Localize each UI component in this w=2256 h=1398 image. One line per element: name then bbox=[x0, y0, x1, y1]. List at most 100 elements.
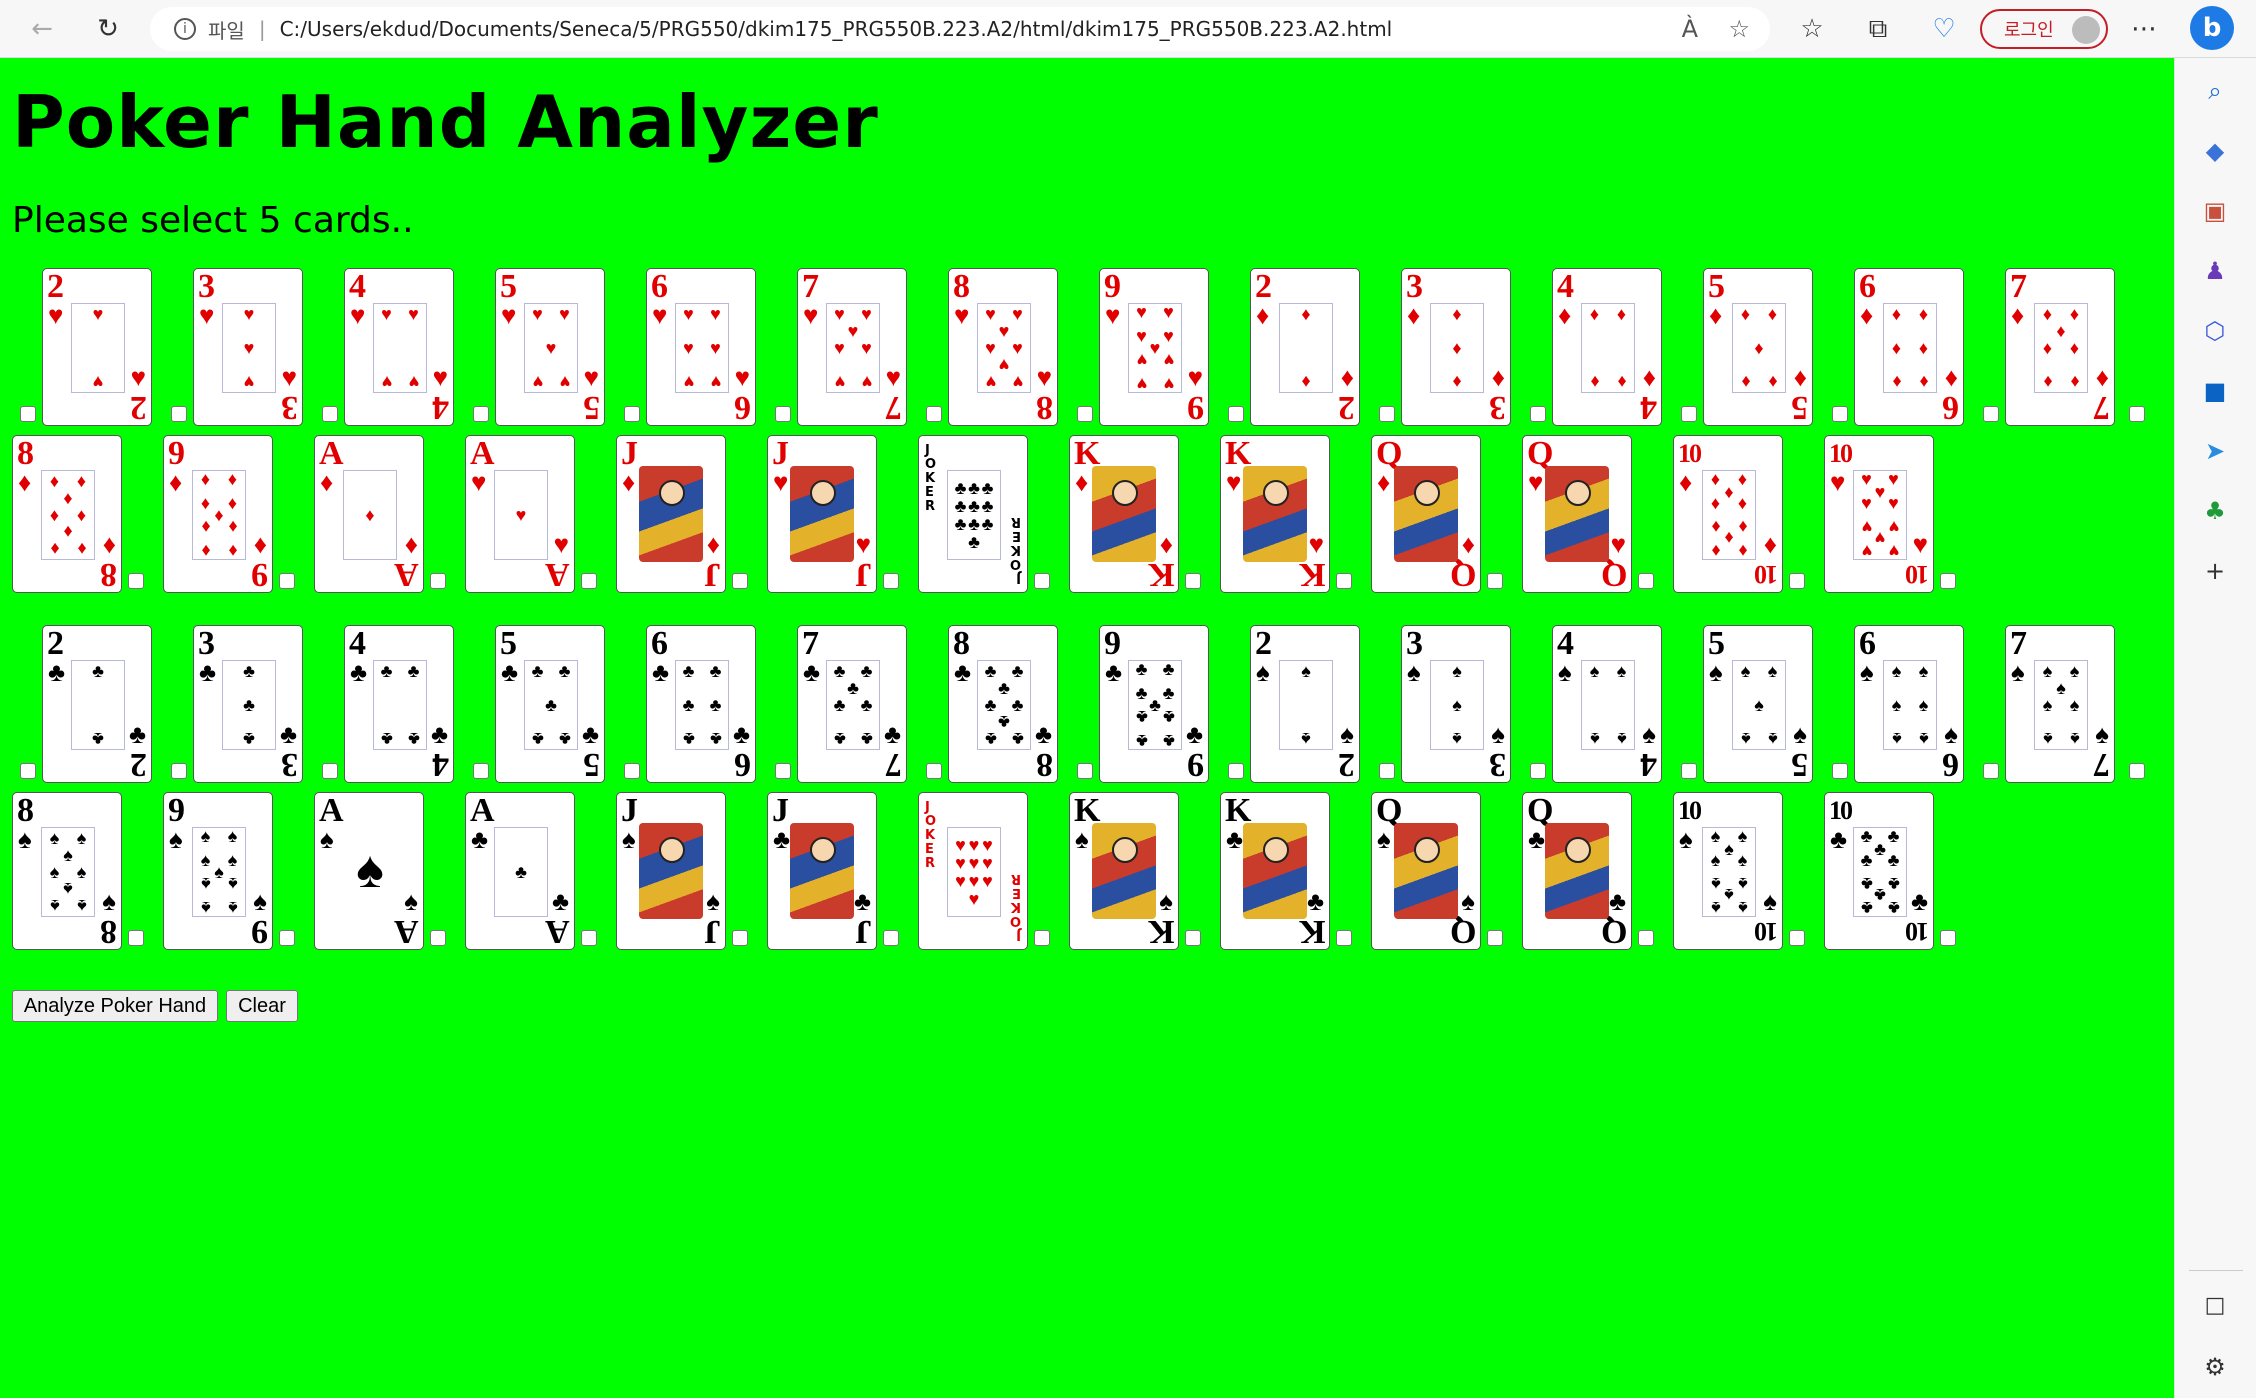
playing-card-k-diamonds[interactable]: K ♦ K ♦ bbox=[1069, 435, 1179, 593]
card-select-checkbox[interactable] bbox=[1681, 406, 1697, 422]
card-select-checkbox[interactable] bbox=[1638, 930, 1654, 946]
card-select-checkbox[interactable] bbox=[1530, 763, 1546, 779]
card-select-checkbox[interactable] bbox=[128, 573, 144, 589]
playing-card-5-clubs[interactable]: 5 ♣ 5 ♣ ♣ ♣ ♣ ♣ ♣ bbox=[495, 625, 605, 783]
card-select-checkbox[interactable] bbox=[1379, 763, 1395, 779]
login-button[interactable]: 로그인 bbox=[1980, 9, 2108, 49]
card-select-checkbox[interactable] bbox=[1940, 930, 1956, 946]
playing-card-a-clubs[interactable]: A ♣ A ♣ ♣ bbox=[465, 792, 575, 950]
card-select-checkbox[interactable] bbox=[20, 406, 36, 422]
analyze-poker-hand-button[interactable]: Analyze Poker Hand bbox=[12, 990, 218, 1022]
playing-card-3-clubs[interactable]: 3 ♣ 3 ♣ ♣ ♣ ♣ bbox=[193, 625, 303, 783]
card-select-checkbox[interactable] bbox=[279, 573, 295, 589]
card-select-checkbox[interactable] bbox=[1789, 930, 1805, 946]
card-select-checkbox[interactable] bbox=[1638, 573, 1654, 589]
playing-card-3-spades[interactable]: 3 ♠ 3 ♠ ♠ ♠ ♠ bbox=[1401, 625, 1511, 783]
card-select-checkbox[interactable] bbox=[171, 763, 187, 779]
back-arrow-icon[interactable]: ← bbox=[22, 9, 62, 49]
card-select-checkbox[interactable] bbox=[128, 930, 144, 946]
card-select-checkbox[interactable] bbox=[1983, 763, 1999, 779]
playing-card-3-diamonds[interactable]: 3 ♦ 3 ♦ ♦ ♦ ♦ bbox=[1401, 268, 1511, 426]
card-select-checkbox[interactable] bbox=[1336, 930, 1352, 946]
card-select-checkbox[interactable] bbox=[624, 763, 640, 779]
card-select-checkbox[interactable] bbox=[1832, 406, 1848, 422]
playing-card-a-diamonds[interactable]: A ♦ A ♦ ♦ bbox=[314, 435, 424, 593]
more-icon[interactable]: ⋯ bbox=[2124, 9, 2164, 49]
hide-sidebar-icon[interactable]: □ bbox=[2198, 1288, 2232, 1322]
playing-card-9-spades[interactable]: 9 ♠ 9 ♠ ♠ ♠ ♠ ♠ ♠ ♠ ♠ ♠ ♠ bbox=[163, 792, 273, 950]
info-icon[interactable]: i bbox=[174, 18, 196, 40]
card-select-checkbox[interactable] bbox=[1077, 406, 1093, 422]
card-select-checkbox[interactable] bbox=[2129, 763, 2145, 779]
card-select-checkbox[interactable] bbox=[1185, 930, 1201, 946]
card-select-checkbox[interactable] bbox=[430, 930, 446, 946]
playing-card-2-spades[interactable]: 2 ♠ 2 ♠ ♠ ♠ bbox=[1250, 625, 1360, 783]
card-select-checkbox[interactable] bbox=[1832, 763, 1848, 779]
microsoft365-icon[interactable]: ⬡ bbox=[2198, 314, 2232, 348]
card-select-checkbox[interactable] bbox=[581, 573, 597, 589]
card-select-checkbox[interactable] bbox=[1530, 406, 1546, 422]
card-select-checkbox[interactable] bbox=[1228, 406, 1244, 422]
card-select-checkbox[interactable] bbox=[624, 406, 640, 422]
playing-card-6-hearts[interactable]: 6 ♥ 6 ♥ ♥ ♥ ♥ ♥ ♥ ♥ bbox=[646, 268, 756, 426]
playing-card-7-hearts[interactable]: 7 ♥ 7 ♥ ♥ ♥ ♥ ♥ ♥ ♥ ♥ bbox=[797, 268, 907, 426]
playing-card-j-clubs[interactable]: J ♣ J ♣ bbox=[767, 792, 877, 950]
playing-card-4-spades[interactable]: 4 ♠ 4 ♠ ♠ ♠ ♠ ♠ bbox=[1552, 625, 1662, 783]
playing-card-9-clubs[interactable]: 9 ♣ 9 ♣ ♣ ♣ ♣ ♣ ♣ ♣ ♣ ♣ ♣ bbox=[1099, 625, 1209, 783]
url-text[interactable]: C:/Users/ekdud/Documents/Seneca/5/PRG550… bbox=[280, 17, 1393, 41]
playing-card-q-diamonds[interactable]: Q ♦ Q ♦ bbox=[1371, 435, 1481, 593]
card-select-checkbox[interactable] bbox=[1681, 763, 1697, 779]
collections-icon[interactable]: ⧉ bbox=[1858, 9, 1898, 49]
add-sidebar-icon[interactable]: + bbox=[2198, 554, 2232, 588]
playing-card-10-clubs[interactable]: 10 ♣ 10 ♣ ♣ ♣ ♣ ♣ ♣ ♣ ♣ ♣ ♣ ♣ bbox=[1824, 792, 1934, 950]
address-bar[interactable]: i 파일 | C:/Users/ekdud/Documents/Seneca/5… bbox=[150, 7, 1770, 51]
playing-card-10-spades[interactable]: 10 ♠ 10 ♠ ♠ ♠ ♠ ♠ ♠ ♠ ♠ ♠ ♠ ♠ bbox=[1673, 792, 1783, 950]
playing-card-7-clubs[interactable]: 7 ♣ 7 ♣ ♣ ♣ ♣ ♣ ♣ ♣ ♣ bbox=[797, 625, 907, 783]
card-select-checkbox[interactable] bbox=[1983, 406, 1999, 422]
shopping-tag-icon[interactable]: ◆ bbox=[2198, 134, 2232, 168]
card-select-checkbox[interactable] bbox=[732, 930, 748, 946]
card-select-checkbox[interactable] bbox=[279, 930, 295, 946]
playing-card-6-spades[interactable]: 6 ♠ 6 ♠ ♠ ♠ ♠ ♠ ♠ ♠ bbox=[1854, 625, 1964, 783]
card-select-checkbox[interactable] bbox=[926, 406, 942, 422]
card-select-checkbox[interactable] bbox=[1034, 930, 1050, 946]
playing-card-2-diamonds[interactable]: 2 ♦ 2 ♦ ♦ ♦ bbox=[1250, 268, 1360, 426]
card-select-checkbox[interactable] bbox=[322, 406, 338, 422]
card-select-checkbox[interactable] bbox=[883, 930, 899, 946]
playing-card-5-hearts[interactable]: 5 ♥ 5 ♥ ♥ ♥ ♥ ♥ ♥ bbox=[495, 268, 605, 426]
playing-card-k-spades[interactable]: K ♠ K ♠ bbox=[1069, 792, 1179, 950]
playing-card-8-hearts[interactable]: 8 ♥ 8 ♥ ♥ ♥ ♥ ♥ ♥ ♥ ♥ ♥ bbox=[948, 268, 1058, 426]
card-select-checkbox[interactable] bbox=[732, 573, 748, 589]
playing-card-k-clubs[interactable]: K ♣ K ♣ bbox=[1220, 792, 1330, 950]
read-aloud-icon[interactable]: À bbox=[1682, 15, 1698, 43]
card-select-checkbox[interactable] bbox=[581, 930, 597, 946]
playing-card-8-spades[interactable]: 8 ♠ 8 ♠ ♠ ♠ ♠ ♠ ♠ ♠ ♠ ♠ bbox=[12, 792, 122, 950]
favorites-icon[interactable]: ☆ bbox=[1792, 9, 1832, 49]
card-select-checkbox[interactable] bbox=[2129, 406, 2145, 422]
playing-card-j-diamonds[interactable]: J ♦ J ♦ bbox=[616, 435, 726, 593]
card-select-checkbox[interactable] bbox=[430, 573, 446, 589]
playing-card-5-spades[interactable]: 5 ♠ 5 ♠ ♠ ♠ ♠ ♠ ♠ bbox=[1703, 625, 1813, 783]
tools-icon[interactable]: ▣ bbox=[2198, 194, 2232, 228]
browser-essentials-icon[interactable]: ♡ bbox=[1924, 9, 1964, 49]
playing-card-10-hearts[interactable]: 10 ♥ 10 ♥ ♥ ♥ ♥ ♥ ♥ ♥ ♥ ♥ ♥ ♥ bbox=[1824, 435, 1934, 593]
playing-card-a-hearts[interactable]: A ♥ A ♥ ♥ bbox=[465, 435, 575, 593]
card-select-checkbox[interactable] bbox=[1487, 930, 1503, 946]
playing-card-joker-joker-black[interactable]: JOKER JOKER ♣ ♣ ♣ ♣ ♣ ♣ ♣ ♣ ♣ ♣ bbox=[918, 435, 1028, 593]
playing-card-2-clubs[interactable]: 2 ♣ 2 ♣ ♣ ♣ bbox=[42, 625, 152, 783]
card-select-checkbox[interactable] bbox=[1185, 573, 1201, 589]
playing-card-2-hearts[interactable]: 2 ♥ 2 ♥ ♥ ♥ bbox=[42, 268, 152, 426]
card-select-checkbox[interactable] bbox=[883, 573, 899, 589]
playing-card-q-spades[interactable]: Q ♠ Q ♠ bbox=[1371, 792, 1481, 950]
drop-send-icon[interactable]: ➤ bbox=[2198, 434, 2232, 468]
card-select-checkbox[interactable] bbox=[322, 763, 338, 779]
search-icon[interactable]: ⌕ bbox=[2198, 74, 2232, 108]
playing-card-j-hearts[interactable]: J ♥ J ♥ bbox=[767, 435, 877, 593]
playing-card-6-diamonds[interactable]: 6 ♦ 6 ♦ ♦ ♦ ♦ ♦ ♦ ♦ bbox=[1854, 268, 1964, 426]
card-select-checkbox[interactable] bbox=[1336, 573, 1352, 589]
clear-button[interactable]: Clear bbox=[226, 990, 298, 1022]
refresh-icon[interactable]: ↻ bbox=[88, 9, 128, 49]
playing-card-q-clubs[interactable]: Q ♣ Q ♣ bbox=[1522, 792, 1632, 950]
card-select-checkbox[interactable] bbox=[775, 406, 791, 422]
playing-card-8-diamonds[interactable]: 8 ♦ 8 ♦ ♦ ♦ ♦ ♦ ♦ ♦ ♦ ♦ bbox=[12, 435, 122, 593]
